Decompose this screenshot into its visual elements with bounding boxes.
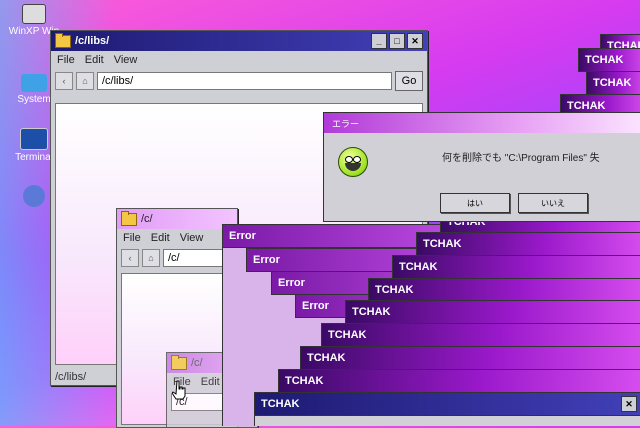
tchak-window-title[interactable]: TCHAK — [278, 369, 640, 393]
window-title: Error — [229, 230, 256, 242]
close-button[interactable]: ✕ — [407, 33, 423, 49]
back-button[interactable]: ‹ — [121, 249, 139, 267]
menu-bar: File Edit View — [117, 229, 237, 247]
dialog-title: エラー — [332, 118, 360, 129]
window-title: /c/libs/ — [75, 35, 110, 47]
go-button[interactable]: Go — [395, 71, 423, 91]
back-button[interactable]: ‹ — [55, 72, 73, 90]
folder-icon — [171, 354, 187, 370]
desktop-icon-label: Terminal — [15, 152, 53, 163]
window-title: TCHAK — [352, 306, 391, 318]
window-libs-titlebar[interactable]: /c/libs/ _ □ ✕ — [51, 31, 427, 51]
close-button[interactable]: ✕ — [621, 396, 637, 412]
dialog-message: 何を削除でも "C:\Program Files" 失 — [442, 153, 600, 164]
no-button[interactable]: いいえ — [518, 193, 588, 213]
terminal-icon — [20, 128, 48, 150]
tchak-window-title[interactable]: TCHAK — [586, 71, 640, 95]
tchak-window-title[interactable]: TCHAK — [392, 255, 640, 279]
address-bar: ‹ ⌂ /c/ — [117, 247, 237, 269]
tchak-window-title[interactable]: TCHAK — [345, 300, 640, 324]
desktop-icon-label: System — [17, 94, 51, 105]
menu-file[interactable]: File — [123, 232, 141, 244]
home-button[interactable]: ⌂ — [76, 72, 94, 90]
window-c-titlebar[interactable]: /c/ — [117, 209, 237, 229]
tchak-window-title[interactable]: TCHAK — [578, 48, 640, 72]
menu-bar: File Edit View — [51, 51, 427, 69]
window-title: Error — [253, 254, 280, 266]
window-title: TCHAK — [375, 284, 414, 296]
tchak-window-title[interactable]: TCHAK — [300, 346, 640, 370]
window-title: TCHAK — [423, 238, 462, 250]
status-bar: /c/libs/ — [55, 371, 87, 383]
dialog-titlebar[interactable]: エラー — [324, 113, 640, 133]
yes-button[interactable]: はい — [440, 193, 510, 213]
smiley-face-icon — [338, 147, 368, 177]
menu-edit[interactable]: Edit — [151, 232, 170, 244]
window-title: TCHAK — [307, 352, 346, 364]
error-dialog[interactable]: エラー 何を削除でも "C:\Program Files" 失 はい いいえ — [323, 112, 640, 222]
maximize-button[interactable]: □ — [389, 33, 405, 49]
window-title: TCHAK — [285, 375, 324, 387]
window-title: TCHAK — [261, 398, 300, 410]
window-title: /c/ — [141, 213, 153, 225]
menu-view[interactable]: View — [114, 54, 138, 66]
window-title: Error — [278, 277, 305, 289]
window-title: Error — [302, 300, 329, 312]
tchak-window-title[interactable]: TCHAK — [368, 278, 640, 302]
system-icon — [21, 74, 47, 92]
window-title: TCHAK — [399, 261, 438, 273]
address-field[interactable]: /c/libs/ — [97, 72, 392, 90]
window-title: TCHAK — [328, 329, 367, 341]
menu-edit[interactable]: Edit — [201, 376, 220, 388]
computer-icon — [22, 4, 46, 24]
menu-view[interactable]: View — [180, 232, 204, 244]
menu-file[interactable]: File — [57, 54, 75, 66]
hand-cursor-icon — [172, 380, 186, 400]
address-bar: ‹ ⌂ /c/libs/ Go — [51, 69, 427, 93]
minimize-button[interactable]: _ — [371, 33, 387, 49]
tchak-window-title[interactable]: TCHAK — [416, 232, 640, 256]
window-title: TCHAK — [567, 100, 606, 112]
home-button[interactable]: ⌂ — [142, 249, 160, 267]
window-title: TCHAK — [585, 54, 624, 66]
paint-icon — [23, 185, 45, 207]
window-title: TCHAK — [593, 77, 632, 89]
tchak-window-front-title[interactable]: TCHAK ✕ — [254, 392, 640, 416]
folder-icon — [55, 32, 71, 48]
folder-icon — [121, 210, 137, 226]
tchak-window-title[interactable]: TCHAK — [321, 323, 640, 347]
menu-edit[interactable]: Edit — [85, 54, 104, 66]
